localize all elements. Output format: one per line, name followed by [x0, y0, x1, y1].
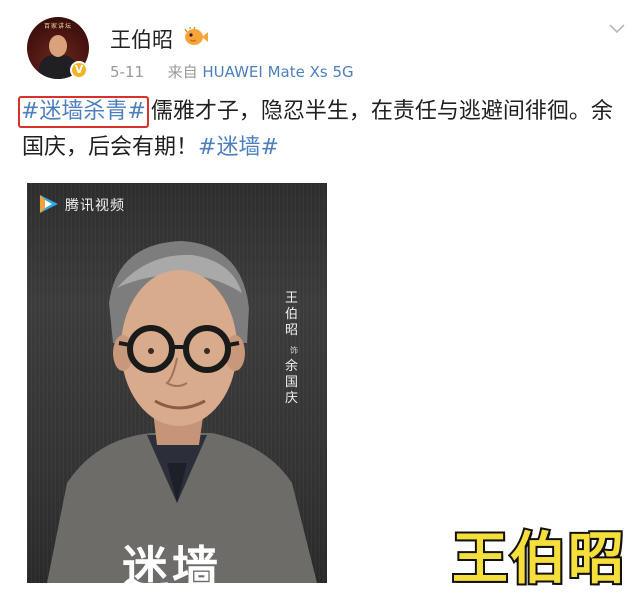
post-text: #迷墙杀青# 儒雅才子，隐忍半生，在责任与逃避间徘徊。余国庆，后会有期！#迷墙#: [18, 94, 622, 166]
device-link[interactable]: HUAWEI Mate Xs 5G: [202, 63, 353, 81]
username[interactable]: 王伯昭: [110, 24, 173, 54]
role-name-vertical: 余国庆: [285, 359, 299, 406]
post-meta: 5-11 来自 HUAWEI Mate Xs 5G: [110, 61, 354, 82]
actor-portrait: [47, 241, 317, 583]
platform-name: 腾讯视频: [65, 198, 125, 214]
topic-link[interactable]: #迷墙#: [198, 135, 279, 160]
poster-image[interactable]: 腾讯视频 王伯昭 饰 余国庆 迷墙: [27, 183, 327, 583]
source-prefix: 来自: [167, 63, 198, 81]
pufferfish-badge-icon: [184, 26, 208, 45]
topic-link-highlighted[interactable]: #迷墙杀青#: [18, 96, 149, 128]
tencent-video-logo-icon: [40, 195, 58, 213]
watermark-caption: 王伯昭: [450, 526, 626, 594]
chevron-down-icon[interactable]: [609, 23, 625, 35]
post-date: 5-11: [110, 63, 145, 81]
avatar-figure-face: [49, 35, 67, 57]
as-label: 饰: [290, 346, 298, 355]
verified-badge-icon: V: [70, 61, 88, 79]
actor-name-vertical: 王伯昭: [285, 291, 299, 338]
avatar-banner-text: 百家讲坛: [43, 23, 72, 30]
poster-title: 迷墙: [122, 541, 222, 583]
